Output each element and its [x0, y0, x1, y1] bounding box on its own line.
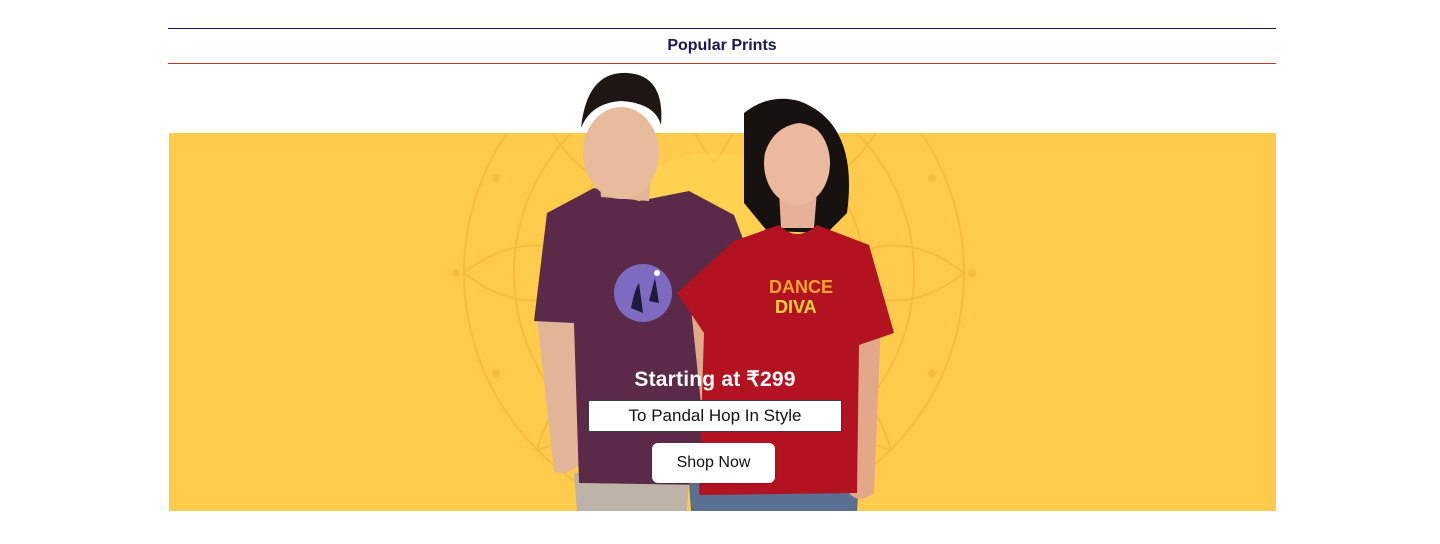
promo-tagline: To Pandal Hop In Style: [588, 400, 842, 432]
shop-now-button[interactable]: Shop Now: [652, 443, 775, 483]
section-rule-bottom: [168, 63, 1276, 64]
tshirt-print-line-1: DANCE: [769, 277, 833, 297]
tshirt-print-line-2: DIVA: [775, 297, 817, 317]
promo-price: Starting at ₹299: [634, 368, 796, 391]
section-title: Popular Prints: [667, 37, 777, 54]
